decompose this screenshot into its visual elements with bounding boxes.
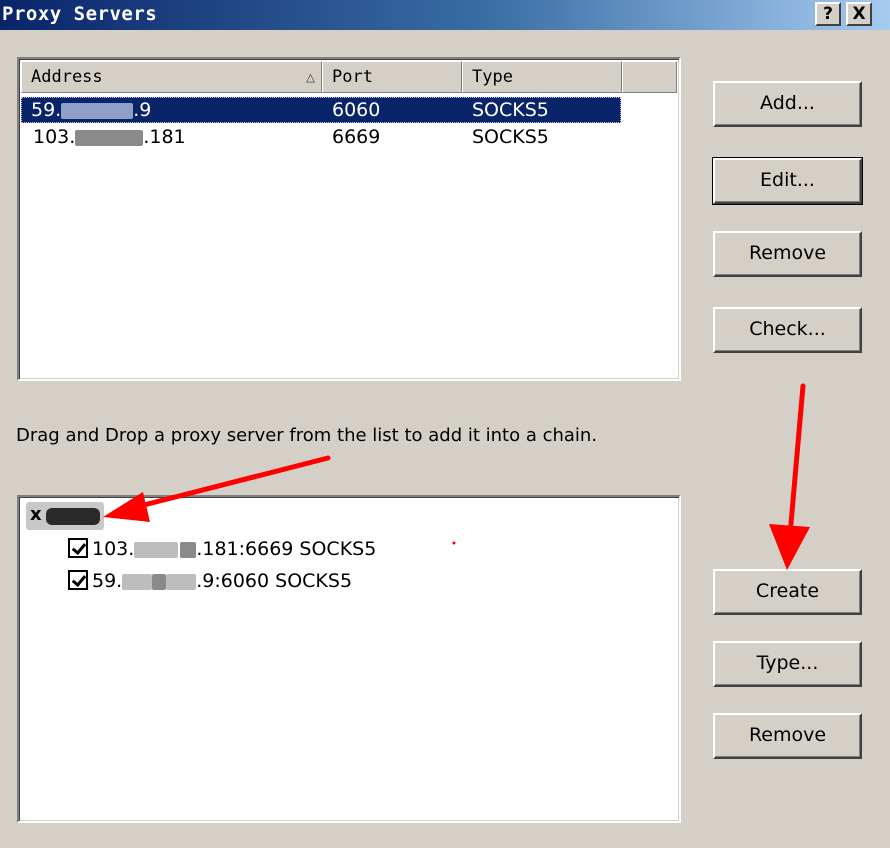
add-button[interactable]: Add... (713, 81, 862, 127)
type-cell: SOCKS5 (472, 99, 549, 121)
column-header-type[interactable]: Type (462, 61, 622, 93)
help-button[interactable]: ? (815, 2, 841, 26)
chain-root-label: x (30, 504, 42, 525)
chain-item[interactable]: 59. .9:6060 SOCKS5 (68, 567, 352, 595)
drag-drop-hint: Drag and Drop a proxy server from the li… (16, 425, 598, 446)
check-button[interactable]: Check... (713, 307, 862, 353)
edit-button[interactable]: Edit... (712, 157, 863, 205)
chain-root-node[interactable]: x (26, 502, 104, 530)
redacted-blur (134, 541, 179, 558)
chain-item[interactable]: 103. .181:6669 SOCKS5 (68, 535, 376, 563)
type-cell: SOCKS5 (472, 126, 549, 148)
column-header-spacer (622, 61, 677, 93)
title-bar: Proxy Servers ? X (0, 0, 890, 30)
redacted-blur (166, 573, 197, 590)
redacted-blur (75, 129, 144, 146)
proxy-list[interactable]: Address △ Port Type 59. .9 6060 SOCKS5 10… (17, 57, 681, 381)
list-header: Address △ Port Type (21, 61, 677, 93)
address-cell: 103. .181 (33, 126, 186, 148)
table-row[interactable]: 103. .181 6669 SOCKS5 (21, 124, 621, 150)
sort-ascending-icon: △ (305, 68, 315, 86)
checkbox-checked-icon[interactable] (68, 537, 88, 558)
remove-button[interactable]: Remove (713, 231, 862, 277)
address-cell: 59. .9 (31, 99, 152, 121)
table-row[interactable]: 59. .9 6060 SOCKS5 (21, 97, 621, 123)
redacted-blur (180, 541, 197, 558)
redacted-blur (122, 573, 153, 590)
port-cell: 6669 (332, 126, 381, 148)
column-header-address-label: Address (31, 67, 103, 87)
redacted-blur (46, 508, 100, 525)
close-button[interactable]: X (846, 2, 872, 26)
window-title: Proxy Servers (2, 3, 158, 25)
redacted-blur (61, 102, 134, 119)
chain-type-button[interactable]: Type... (713, 641, 862, 687)
checkbox-checked-icon[interactable] (68, 569, 88, 590)
port-cell: 6060 (332, 99, 381, 121)
create-chain-button[interactable]: Create (713, 569, 862, 615)
column-header-port[interactable]: Port (322, 61, 462, 93)
column-header-address[interactable]: Address △ (21, 61, 322, 93)
remove-chain-button[interactable]: Remove (713, 713, 862, 759)
arrow-to-create-button (769, 383, 810, 570)
redacted-blur (152, 573, 167, 590)
